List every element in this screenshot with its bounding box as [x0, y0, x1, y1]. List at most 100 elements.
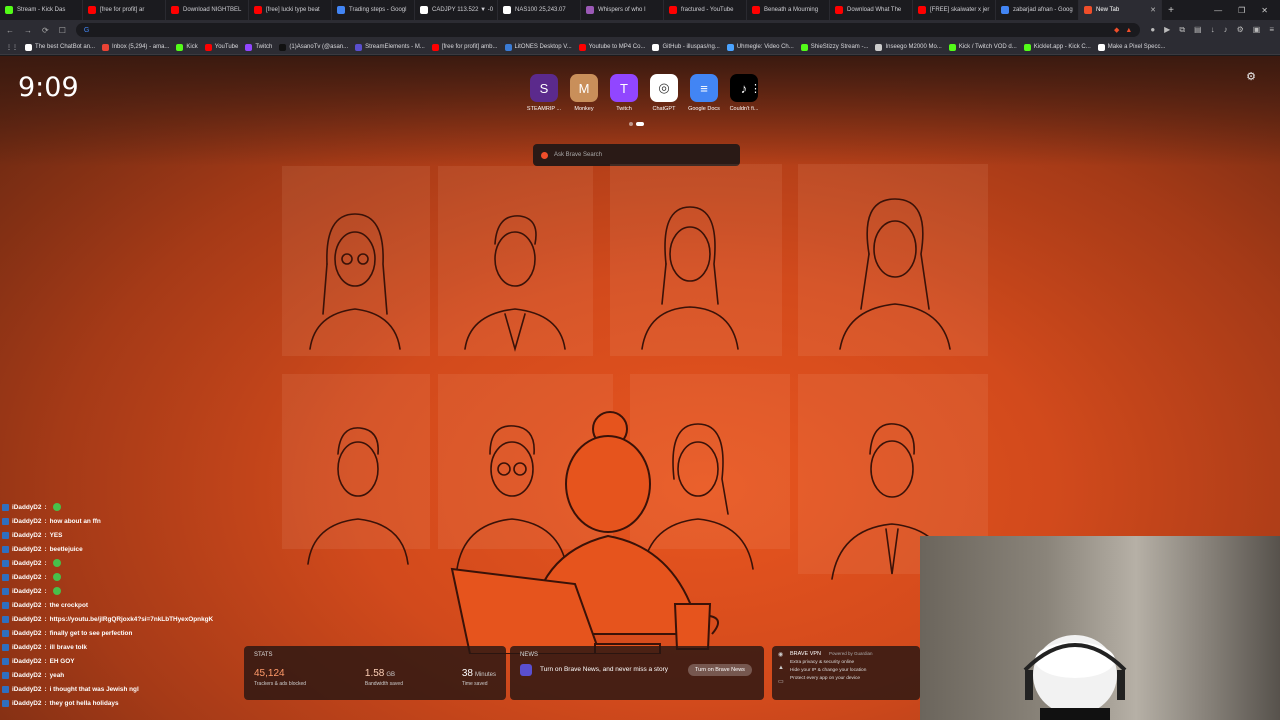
browser-tab[interactable]: Beneath a Mourning: [747, 0, 830, 20]
background-illustration: [282, 164, 988, 654]
top-site-tile[interactable]: S STEAMRIP ...: [526, 74, 562, 112]
menu-icon[interactable]: ≡: [1269, 25, 1274, 35]
browser-tab[interactable]: Stream - Kick Das: [0, 0, 83, 20]
maximize-icon[interactable]: ❐: [1238, 6, 1245, 15]
chat-message: iDaddyD2:: [0, 584, 260, 598]
chat-badge-icon: [2, 629, 9, 637]
bookmark-item[interactable]: Inbox (5,294) - ama...: [102, 43, 169, 51]
talk-icon[interactable]: ▲: [778, 665, 784, 671]
chat-emote-icon: [52, 573, 61, 581]
site-label: Google Docs: [688, 106, 720, 112]
top-site-tile[interactable]: ≡ Google Docs: [686, 74, 722, 112]
bookmark-item[interactable]: LitONES Desktop V...: [504, 43, 572, 51]
tab-title: zabarjad afnan - Goog: [1013, 7, 1073, 13]
settings-icon[interactable]: ⚙: [1246, 70, 1256, 83]
bookmark-item[interactable]: Twitch: [245, 43, 272, 51]
brave-search-box[interactable]: Ask Brave Search: [533, 144, 740, 166]
time-unit: Minutes: [474, 672, 496, 678]
trackers-stat: 45,124 Trackers & ads blocked: [254, 668, 306, 687]
bookmark-item[interactable]: [free for profit] amb...: [431, 43, 498, 51]
chat-text: ill brave tolk: [49, 643, 87, 651]
top-site-tile[interactable]: T Twitch: [606, 74, 642, 112]
forward-icon[interactable]: →: [24, 26, 32, 35]
browser-tab[interactable]: CADJPY 113.522 ▼ -0: [415, 0, 498, 20]
extension-icon[interactable]: ⚙: [1237, 25, 1244, 35]
bookmark-icon[interactable]: ☐: [59, 26, 66, 35]
bookmark-label: Make a Pixel Specc...: [1107, 44, 1166, 50]
bookmark-favicon-icon: [504, 43, 512, 51]
bookmark-favicon-icon: [245, 43, 253, 51]
top-site-tile[interactable]: ◎ ChatGPT: [646, 74, 682, 112]
bookmark-item[interactable]: Kick / Twitch VOD d...: [948, 43, 1017, 51]
apps-grid-icon[interactable]: ⋮⋮: [6, 44, 18, 51]
sidebar-icon[interactable]: ▤: [1194, 25, 1202, 35]
bookmark-item[interactable]: Youtube to MP4 Co...: [578, 43, 645, 51]
window-controls: — ❐ ✕: [1214, 6, 1280, 15]
chat-username: iDaddyD2: [12, 573, 42, 581]
google-icon: G: [83, 26, 90, 34]
toolbar: ← → ⟳ ☐ G ◆ ▲ ● ▶ ⧉ ▤ ↓ ♪ ⚙ ▣ ≡: [0, 20, 1280, 40]
extension-icon[interactable]: ▶: [1164, 25, 1170, 35]
browser-tab[interactable]: Download What The: [830, 0, 913, 20]
bookmark-item[interactable]: Uhmegle: Video Ch...: [726, 43, 794, 51]
page-dot[interactable]: [636, 122, 644, 126]
browser-tab[interactable]: [free for profit] ar: [83, 0, 166, 20]
browser-tab[interactable]: [free] lucki type beat: [249, 0, 332, 20]
bookmark-item[interactable]: (1)AsanoTv (@asan...: [279, 43, 348, 51]
bookmark-item[interactable]: Inseego M2000 Mo...: [875, 43, 942, 51]
top-site-tile[interactable]: M Monkey: [566, 74, 602, 112]
browser-tab[interactable]: Trading steps - Googl: [332, 0, 415, 20]
browser-tab[interactable]: zabarjad afnan - Goog: [996, 0, 1079, 20]
tab-close-icon[interactable]: ✕: [1150, 6, 1156, 14]
bookmark-favicon-icon: [1097, 43, 1105, 51]
brave-rewards-icon[interactable]: ▲: [1125, 27, 1132, 34]
browser-tab[interactable]: fractured - YouTube: [664, 0, 747, 20]
chat-message: iDaddyD2: i thought that was Jewish ngl: [0, 682, 260, 696]
brave-shields-icon[interactable]: ◆: [1114, 26, 1119, 34]
browser-tab[interactable]: Download NIGHTBEL: [166, 0, 249, 20]
reload-icon[interactable]: ⟳: [42, 26, 49, 35]
chat-username: iDaddyD2: [12, 545, 42, 553]
back-icon[interactable]: ←: [6, 26, 14, 35]
chat-message: iDaddyD2: https://youtu.be/jlRgQRjoxk4?si…: [0, 612, 260, 626]
extensions-icon[interactable]: ⧉: [1179, 25, 1185, 35]
chat-overlay: iDaddyD2: iDaddyD2: how about an ffn iDaddy…: [0, 500, 260, 720]
bookmark-item[interactable]: Kicklet.app - Kick C...: [1023, 43, 1091, 51]
browser-tab[interactable]: [FREE] skaiwater x jer: [913, 0, 996, 20]
bookmark-label: StreamElements - M...: [365, 44, 425, 50]
streamer-video: [1023, 635, 1127, 720]
wallet-icon[interactable]: ▣: [1253, 25, 1261, 35]
page-dot[interactable]: [629, 122, 633, 126]
bookmark-item[interactable]: YouTube: [204, 43, 238, 51]
chat-badge-icon: [2, 643, 9, 651]
minimize-icon[interactable]: —: [1214, 6, 1222, 15]
music-icon[interactable]: ♪: [1224, 25, 1228, 35]
browser-tab[interactable]: New Tab ✕: [1079, 0, 1162, 20]
bookmark-favicon-icon: [875, 43, 883, 51]
download-icon[interactable]: ↓: [1211, 25, 1215, 35]
vpn-icon[interactable]: ◉: [778, 651, 784, 658]
close-window-icon[interactable]: ✕: [1261, 6, 1268, 15]
tab-favicon-icon: [5, 6, 13, 14]
card-icon[interactable]: ▭: [778, 678, 784, 685]
bookmark-item[interactable]: GitHub - illuspas/ng...: [652, 43, 720, 51]
bookmark-item[interactable]: StreamElements - M...: [355, 43, 425, 51]
bookmark-item[interactable]: ShieStizzy Stream -...: [800, 43, 868, 51]
vpn-widget: ◉ ▲ ▭ BRAVE VPN Powered by Guardian Extra…: [772, 646, 920, 700]
extension-icon[interactable]: ●: [1150, 25, 1155, 35]
bookmark-favicon-icon: [652, 43, 660, 51]
chat-message: iDaddyD2: how about an ffn: [0, 514, 260, 528]
chat-emote-icon: [52, 587, 61, 595]
new-tab-button[interactable]: +: [1162, 5, 1180, 16]
address-bar[interactable]: G ◆ ▲: [75, 23, 1141, 37]
more-icon[interactable]: ⋮: [750, 82, 761, 95]
browser-tab[interactable]: NAS100 25,243.07: [498, 0, 581, 20]
bookmark-item[interactable]: Kick: [176, 43, 198, 51]
bookmark-item[interactable]: The best ChatBot an...: [25, 43, 95, 51]
chat-username: iDaddyD2: [12, 671, 42, 679]
browser-tab[interactable]: Whispers of who I: [581, 0, 664, 20]
chat-message: iDaddyD2: beetlejuice: [0, 542, 260, 556]
bookmark-item[interactable]: Make a Pixel Specc...: [1097, 43, 1166, 51]
bookmark-favicon-icon: [726, 43, 734, 51]
turn-on-news-button[interactable]: Turn on Brave News: [688, 664, 752, 676]
